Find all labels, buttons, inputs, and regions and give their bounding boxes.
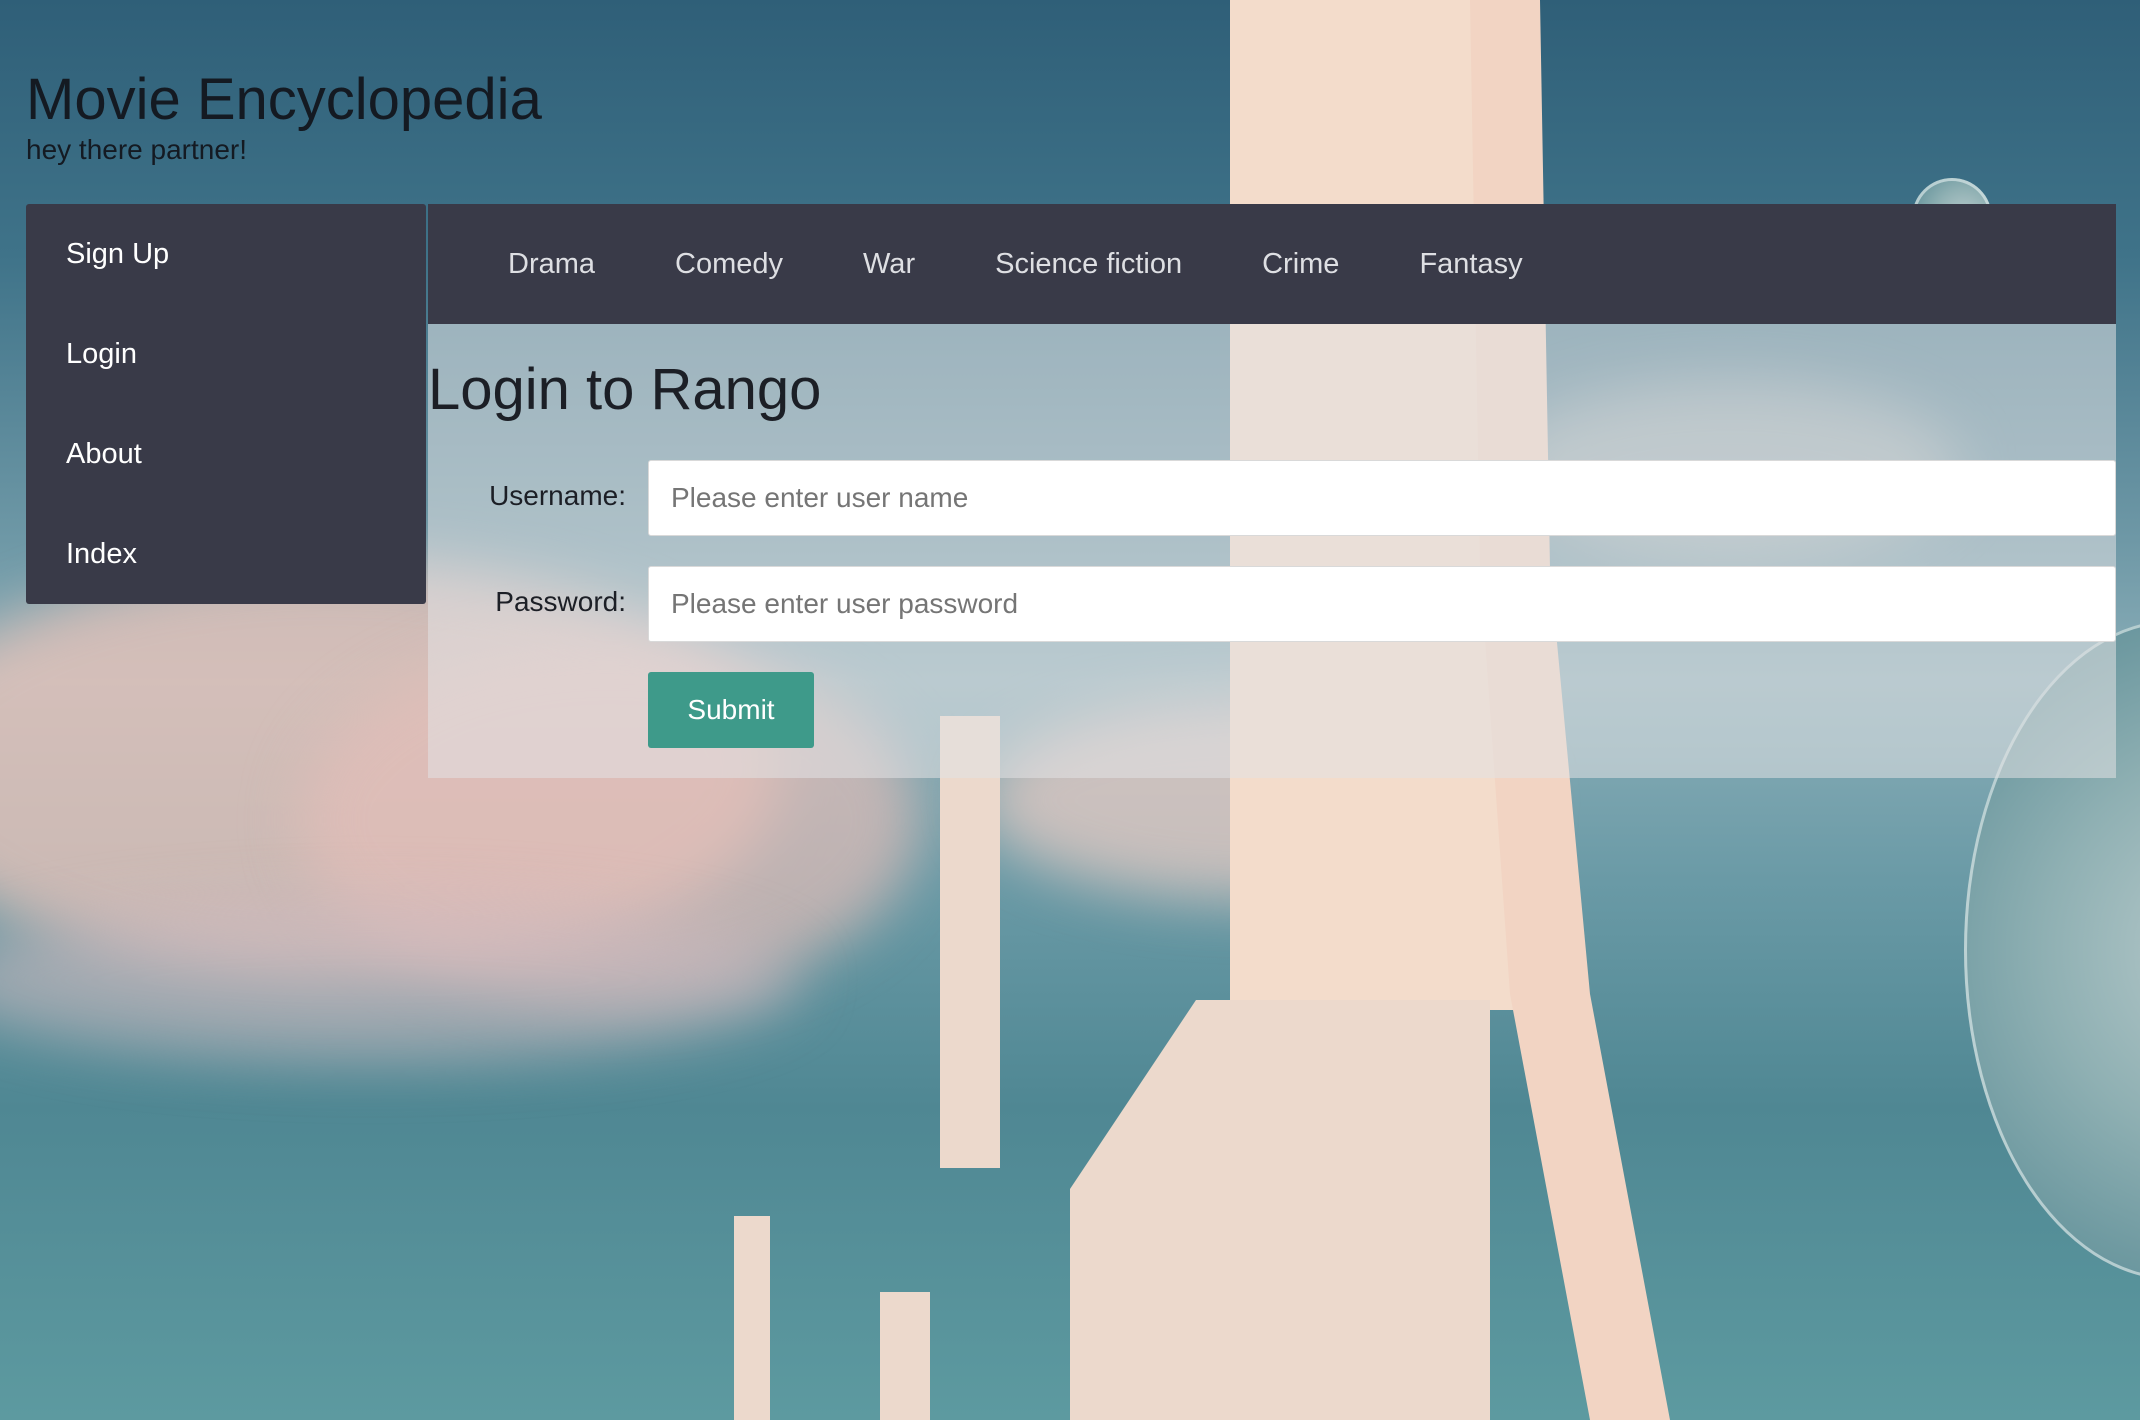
genre-nav: Drama Comedy War Science fiction Crime F…	[428, 204, 2116, 324]
site-title: Movie Encyclopedia	[26, 67, 542, 132]
background-cloud	[0, 900, 800, 1060]
site-subtitle: hey there partner!	[26, 134, 248, 165]
login-panel: Login to Rango Username: Password: Submi…	[428, 324, 2116, 778]
background-tower	[734, 1216, 770, 1420]
background-tower	[1070, 1000, 1490, 1420]
username-input[interactable]	[648, 460, 2116, 536]
nav-item-war[interactable]: War	[863, 248, 915, 281]
sidebar-item-index[interactable]: Index	[26, 504, 426, 604]
page-title: Login to Rango	[428, 357, 822, 422]
sidebar-item-sign-up[interactable]: Sign Up	[26, 204, 426, 304]
background-tower	[940, 716, 1000, 1168]
nav-item-fantasy[interactable]: Fantasy	[1419, 248, 1522, 281]
sidebar-item-about[interactable]: About	[26, 404, 426, 504]
sidebar-item-login[interactable]: Login	[26, 304, 426, 404]
nav-item-comedy[interactable]: Comedy	[675, 248, 783, 281]
password-label: Password:	[495, 586, 626, 617]
background-tower	[880, 1292, 930, 1420]
nav-item-crime[interactable]: Crime	[1262, 248, 1339, 281]
username-label: Username:	[489, 480, 626, 511]
sidebar: Sign Up Login About Index	[26, 204, 426, 604]
nav-item-science-fiction[interactable]: Science fiction	[995, 248, 1182, 281]
password-input[interactable]	[648, 566, 2116, 642]
nav-item-drama[interactable]: Drama	[508, 248, 595, 281]
submit-button[interactable]: Submit	[648, 672, 814, 748]
